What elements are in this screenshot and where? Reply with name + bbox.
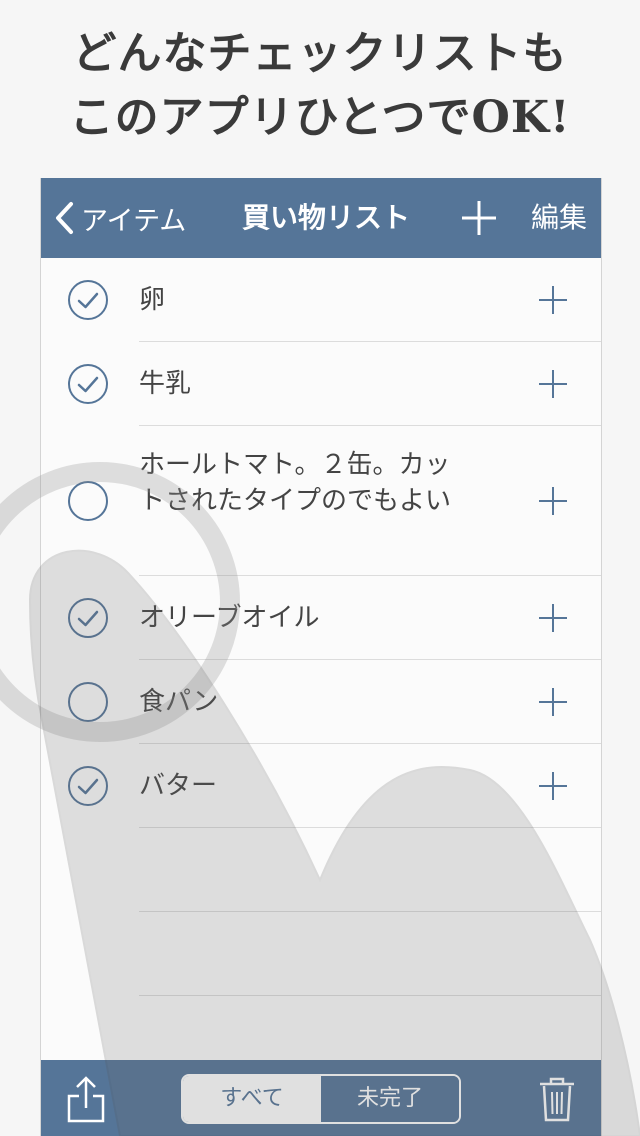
add-subitem-icon[interactable] [537, 284, 569, 316]
row-divider [139, 995, 601, 996]
segment-incomplete[interactable]: 未完了 [321, 1076, 459, 1122]
headline-line-1: どんなチェックリストも [72, 28, 568, 79]
item-label: 牛乳 [139, 369, 192, 399]
add-item-button[interactable] [459, 198, 499, 238]
promo-headline: どんなチェックリストも このアプリひとつでOK! [0, 22, 640, 150]
list-item[interactable]: オリーブオイル [41, 576, 601, 660]
empty-circle-icon[interactable] [67, 480, 109, 522]
check-circle-icon[interactable] [67, 765, 109, 807]
item-label: オリーブオイル [139, 603, 320, 633]
bottom-toolbar: すべて 未完了 [41, 1060, 601, 1136]
item-label: バター [139, 771, 218, 801]
add-subitem-icon[interactable] [537, 368, 569, 400]
app-screen: アイテム 買い物リスト 編集 卵牛乳ホールトマト。２缶。カットされたタイプのでも… [40, 178, 602, 1136]
navigation-bar: アイテム 買い物リスト 編集 [41, 178, 601, 258]
check-circle-icon[interactable] [67, 597, 109, 639]
add-subitem-icon[interactable] [537, 770, 569, 802]
empty-row [41, 828, 601, 912]
edit-button[interactable]: 編集 [531, 198, 587, 238]
list-item[interactable]: 食パン [41, 660, 601, 744]
chevron-left-icon [56, 202, 73, 234]
empty-circle-icon[interactable] [67, 681, 109, 723]
list-item[interactable]: ホールトマト。２缶。カットされたタイプのでもよい [41, 426, 601, 576]
add-subitem-icon[interactable] [537, 686, 569, 718]
item-label: ホールトマト。２缶。カットされたタイプのでもよい [139, 450, 452, 516]
trash-icon[interactable] [537, 1074, 577, 1124]
segment-all[interactable]: すべて [183, 1076, 321, 1122]
page-title: 買い物リスト [241, 201, 410, 234]
list-item[interactable]: 卵 [41, 258, 601, 342]
list-item[interactable]: バター [41, 744, 601, 828]
share-icon[interactable] [65, 1074, 107, 1124]
list-item[interactable]: 牛乳 [41, 342, 601, 426]
headline-line-2: このアプリひとつでOK! [69, 92, 571, 143]
check-circle-icon[interactable] [67, 279, 109, 321]
empty-row [41, 912, 601, 996]
add-subitem-icon[interactable] [537, 485, 569, 517]
add-subitem-icon[interactable] [537, 602, 569, 634]
filter-segmented-control: すべて 未完了 [181, 1074, 461, 1124]
back-button-label: アイテム [81, 205, 187, 237]
check-circle-icon[interactable] [67, 363, 109, 405]
item-label: 食パン [139, 687, 219, 717]
back-button[interactable]: アイテム [53, 198, 186, 238]
item-label: 卵 [139, 285, 166, 315]
checklist: 卵牛乳ホールトマト。２缶。カットされたタイプのでもよいオリーブオイル 食パンバター [41, 258, 601, 996]
